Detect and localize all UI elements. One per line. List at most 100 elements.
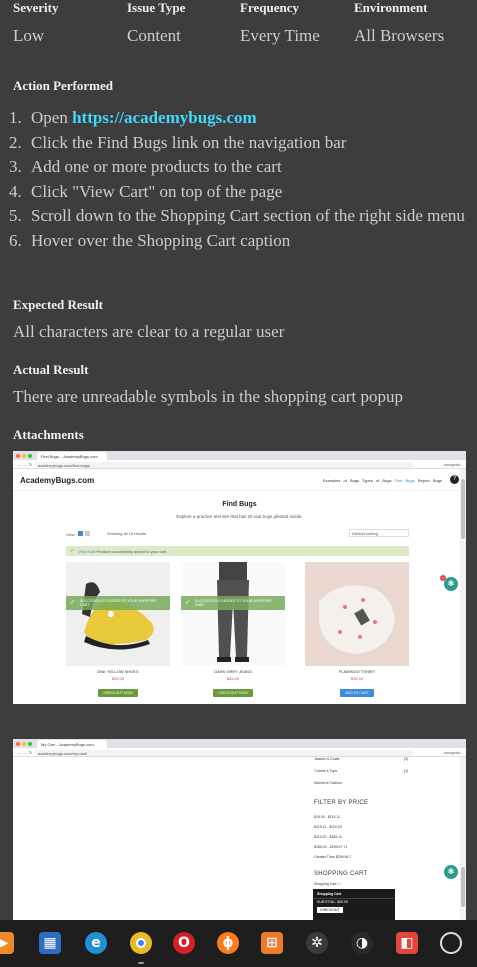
taskbar: ▶ ▦ e O ɸ ⊞ ✲ ◑ ◧ <box>0 920 477 967</box>
meta-value: All Browsers <box>354 26 445 45</box>
notice-text: Product successfully added to your cart. <box>96 549 168 554</box>
popup-subtotal: SUBTOTAL: $90.00 <box>313 898 395 905</box>
shopping-cart-title: SHOPPING CART <box>314 871 368 877</box>
meta-header: Issue Type <box>127 0 186 15</box>
sidebar-item-count: (1) <box>404 769 409 773</box>
step-item: 2. Click the Find Bugs link on the naviga… <box>9 133 469 153</box>
shopping-cart-caption: Shopping Cart ☐ <box>314 882 341 886</box>
step-number: 5. <box>9 206 22 226</box>
incognito-label: Incognito <box>443 462 460 467</box>
product-name: FLAMINGO TSHIRT <box>338 669 376 674</box>
step-text: Open <box>31 108 73 127</box>
menu-item: Examples of Bugs <box>322 478 360 483</box>
view-toggle: View <box>66 531 90 537</box>
product-image: ✓ SUCCESSFULLY ADDED TO YOUR SHOPPING CAR… <box>181 562 285 666</box>
step-number: 4. <box>9 181 22 201</box>
filter-by-price-title: FILTER BY PRICE <box>314 800 369 806</box>
product-price: $45.00 <box>111 676 125 681</box>
step-number: 6. <box>9 230 22 250</box>
attachment-screenshot-find-bugs[interactable]: Find Bugs – AcademyBugs.com ←→↻ academyb… <box>13 451 466 704</box>
sidebar-item: Jackets & Coats <box>314 757 339 761</box>
find-bugs-subtitle: Explore a practice test site that has 25… <box>176 514 303 519</box>
product-name: DARK GREY JEANS <box>214 669 252 674</box>
step-text: Scroll down to the Shopping Cart section… <box>31 206 465 226</box>
product-price: $35.00 <box>350 676 364 681</box>
media-player-icon[interactable]: ▶ <box>0 932 14 954</box>
issue-meta: Severity Low Issue Type Content Frequenc… <box>13 0 473 52</box>
overlay-text: SUCCESSFULLY ADDED TO YOUR SHOPPING CART <box>195 599 272 607</box>
added-notice: ✓ View Cart Product successfully added t… <box>66 546 409 556</box>
step-item: 5. Scroll down to the Shopping Cart secti… <box>9 206 469 226</box>
attachment-screenshot-my-cart[interactable]: My Cart – AcademyBugs.com ←→↻ academybug… <box>13 739 466 920</box>
product-card: FLAMINGO TSHIRT $35.00 ADD TO CART <box>305 562 409 699</box>
tshirt-image-icon <box>319 585 395 654</box>
step-item: 3. Add one or more products to the cart <box>9 157 469 177</box>
actual-text: There are unreadable symbols in the shop… <box>13 387 403 406</box>
step-text: Click the Find Bugs link on the navigati… <box>31 132 347 152</box>
product-card: ✓ SUCCESSFULLY ADDED TO YOUR SHOPPING CAR… <box>181 562 285 699</box>
browser-tab: Find Bugs – AcademyBugs.com <box>37 452 107 460</box>
browser-tab-strip: Find Bugs – AcademyBugs.com <box>13 451 466 460</box>
attachments-title: Attachments <box>13 427 84 442</box>
steps-list: 1. Open https://academybugs.com 2. Click t… <box>9 108 469 256</box>
added-overlay: ✓ SUCCESSFULLY ADDED TO YOUR SHOPPING CAR… <box>66 596 170 610</box>
product-name: DNK YELLOW SHOES <box>97 669 139 674</box>
expected-text: All characters are clear to a regular us… <box>13 322 285 341</box>
find-bugs-title: Find Bugs <box>222 501 257 508</box>
price-range: $189.20 - $299.97.71 <box>314 845 348 849</box>
meta-frequency: Frequency Every Time <box>240 0 320 46</box>
active-app-indicator <box>138 962 144 964</box>
step-number: 2. <box>9 132 22 152</box>
browser-address-bar: ←→↻ academybugs.com/find-bugs/ Incognito <box>13 460 466 469</box>
popup-checkout-button: CHECKOUT <box>317 907 343 913</box>
browser-address-bar: ←→↻ academybugs.com/my-cart/ Incognito <box>13 748 466 757</box>
meta-environment: Environment All Browsers <box>354 0 444 46</box>
site-menu: Examples of Bugs Types of Bugs Find Bugs… <box>323 478 442 483</box>
overlay-text: SUCCESSFULLY ADDED TO YOUR SHOPPING CART <box>80 599 157 607</box>
sidebar-item-count: (3) <box>404 757 409 761</box>
photo-grid-icon[interactable]: ⊞ <box>261 932 283 954</box>
grid-view-icon <box>77 531 83 536</box>
product-card: ✓ SUCCESSFULLY ADDED TO YOUR SHOPPING CAR… <box>66 562 170 699</box>
step-item: 6. Hover over the Shopping Cart caption <box>9 231 469 251</box>
product-price: $45.00 <box>226 676 240 681</box>
edge-icon[interactable]: e <box>85 932 107 954</box>
sort-select: Default sorting <box>349 529 409 537</box>
menu-item-active: Find Bugs <box>394 478 415 483</box>
price-range: $119.11 - $119.20 <box>314 825 342 829</box>
site-logo: AcademyBugs.com <box>20 476 95 485</box>
popup-title: Shopping Cart <box>317 892 342 896</box>
checkout-now-button: CHECKOUT NOW <box>98 689 138 697</box>
browser-tab-strip: My Cart – AcademyBugs.com <box>13 739 466 748</box>
firefox-icon[interactable]: ɸ <box>217 932 239 954</box>
product-image: ✓ SUCCESSFULLY ADDED TO YOUR SHOPPING CAR… <box>66 562 170 666</box>
action-title: Action Performed <box>13 78 113 93</box>
circle-icon[interactable] <box>440 932 462 954</box>
step-text: Add one or more products to the cart <box>31 157 282 177</box>
bug-report-icon: ✱ <box>444 865 458 879</box>
product-image <box>305 562 409 666</box>
network-icon[interactable]: ✲ <box>306 932 328 954</box>
step-text: Click "View Cart" on top of the page <box>31 181 283 201</box>
url-text: academybugs.com/find-bugs/ <box>33 461 413 468</box>
audio-icon[interactable]: ◑ <box>351 932 373 954</box>
checkout-now-button: CHECKOUT NOW <box>213 689 253 697</box>
sidebar-item-label: T-shirts & Tops <box>314 769 338 773</box>
browser-nav-icons: ←→↻ <box>17 462 35 467</box>
meta-header: Severity <box>13 0 59 15</box>
added-overlay: ✓ SUCCESSFULLY ADDED TO YOUR SHOPPING CAR… <box>181 596 285 610</box>
opera-icon[interactable]: O <box>173 932 195 954</box>
store-icon[interactable]: ▦ <box>39 932 61 954</box>
chrome-icon[interactable] <box>130 932 152 954</box>
menu-item: Types of Bugs <box>362 478 392 483</box>
office-icon[interactable]: ◧ <box>396 932 418 954</box>
shoe-image-icon <box>82 582 154 650</box>
academybugs-link[interactable]: https://academybugs.com <box>72 108 257 127</box>
sidebar-item: Women's Fashion <box>314 781 342 785</box>
sidebar-item-label: Jackets & Coats <box>314 757 340 761</box>
window-controls <box>16 742 34 746</box>
window-controls <box>16 454 34 458</box>
results-count: Showing all 18 results <box>107 531 146 536</box>
step-number: 3. <box>9 157 22 177</box>
bug-report-icon: ✱ <box>444 577 458 591</box>
